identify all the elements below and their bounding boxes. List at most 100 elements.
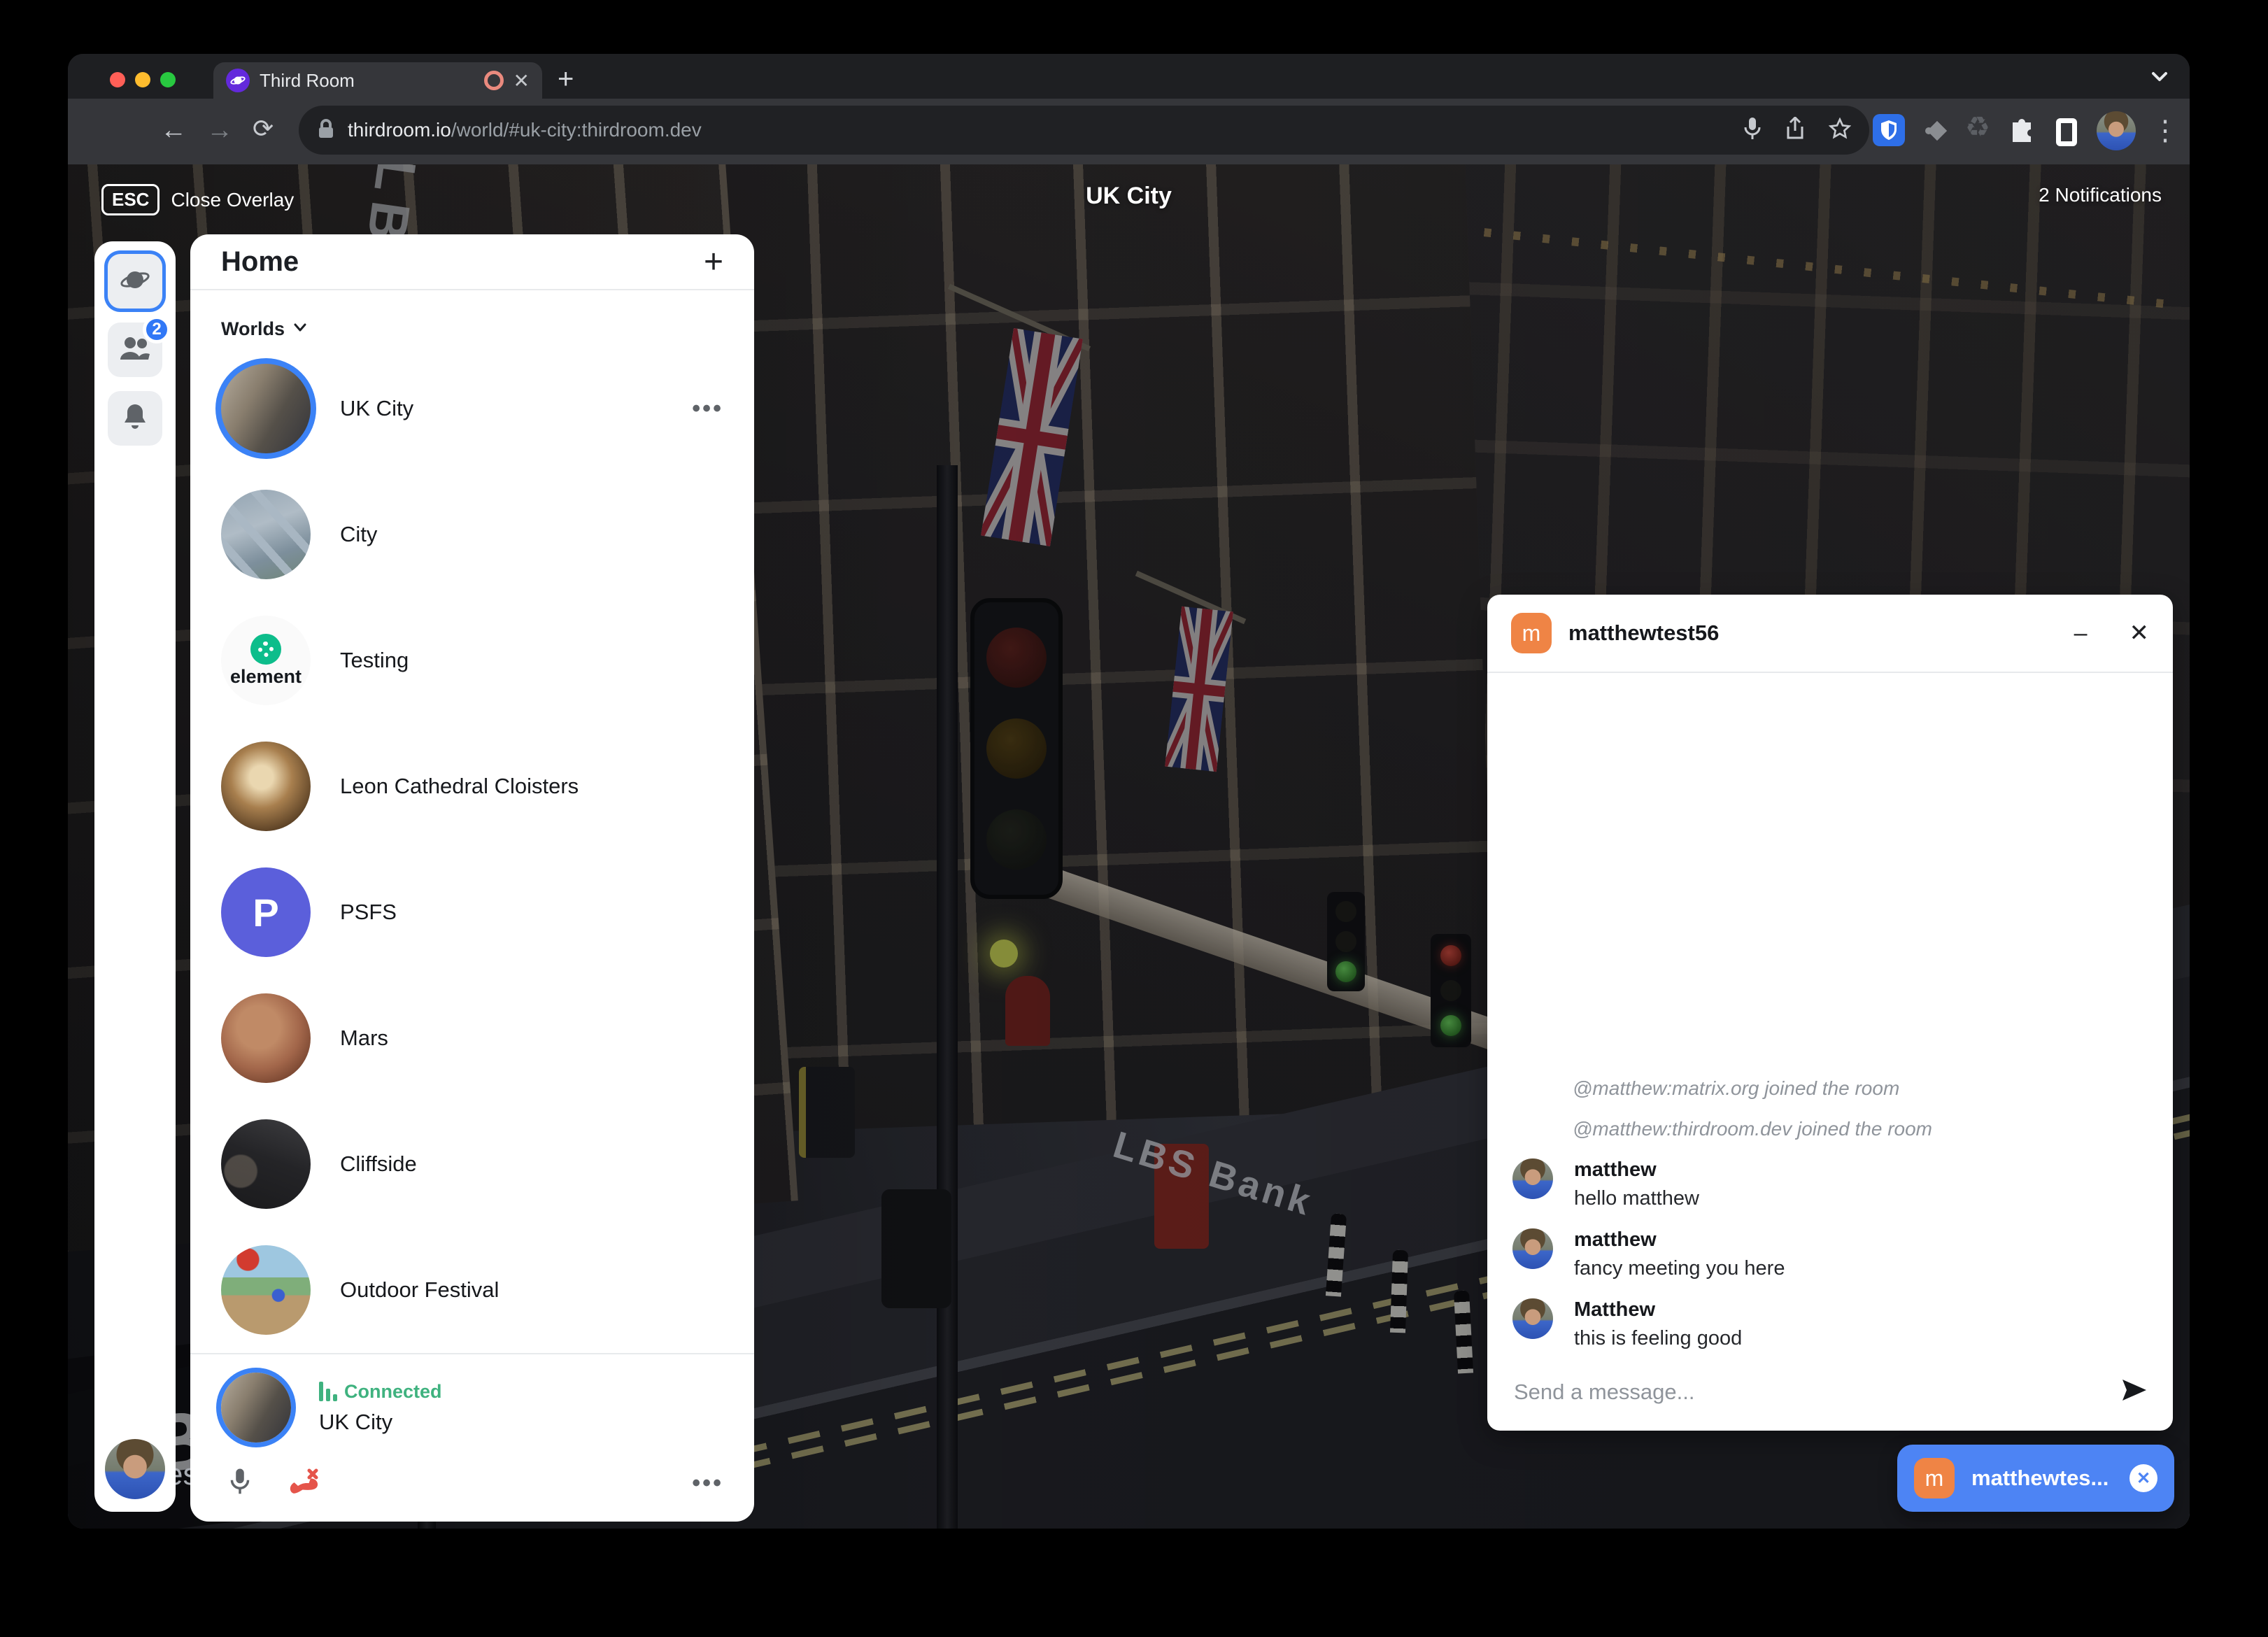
macos-minimize-button[interactable] xyxy=(135,72,150,87)
traffic-light-small-red xyxy=(1431,934,1471,1047)
side-panel-icon[interactable] xyxy=(2056,118,2077,146)
sidebar-item-notifications[interactable] xyxy=(108,391,162,446)
world-name: Mars xyxy=(340,1026,723,1051)
message-text: this is feeling good xyxy=(1574,1327,1742,1350)
world-avatar xyxy=(221,490,311,579)
chat-room-title: matthewtest56 xyxy=(1568,621,2032,646)
url-text: thirdroom.io/world/#uk-city:thirdroom.de… xyxy=(348,119,702,141)
bitwarden-extension-icon[interactable] xyxy=(1873,114,1905,146)
user-avatar[interactable] xyxy=(105,1439,165,1499)
microphone-permission-icon[interactable] xyxy=(1743,116,1762,145)
chat-message-input[interactable] xyxy=(1512,1379,2107,1405)
pill-close-icon[interactable]: ✕ xyxy=(2129,1464,2157,1492)
bell-icon xyxy=(122,402,148,435)
chat-message: Matthew this is feeling good xyxy=(1512,1298,2148,1350)
worlds-section-toggle[interactable]: Worlds xyxy=(190,290,754,346)
extension-recycle-icon[interactable]: ♻ xyxy=(1965,111,1990,143)
world-item-psfs[interactable]: P PSFS xyxy=(190,849,754,975)
leave-call-icon[interactable] xyxy=(287,1466,320,1501)
sidebar-item-friends[interactable]: 2 xyxy=(108,323,162,377)
world-name: Outdoor Festival xyxy=(340,1277,723,1303)
world-item-uk-city[interactable]: UK City ••• xyxy=(190,346,754,472)
scene-cornice-lights xyxy=(1454,225,2165,309)
connected-label: Connected xyxy=(344,1381,442,1403)
current-world-title: UK City xyxy=(68,183,2190,210)
room-join-event: @matthew:thirdroom.dev joined the room xyxy=(1573,1118,2148,1140)
chat-close-button[interactable]: ✕ xyxy=(2129,619,2150,647)
url-path: /world/#uk-city:thirdroom.dev xyxy=(451,119,702,141)
chat-input-row xyxy=(1487,1364,2173,1431)
lbs-bank-fascia-sign: LBS Bank xyxy=(1108,1123,1318,1225)
world-avatar xyxy=(221,1245,311,1335)
call-options-menu[interactable]: ••• xyxy=(692,1470,723,1497)
browser-menu-icon[interactable]: ⋮ xyxy=(2151,113,2179,149)
home-panel-header: Home + xyxy=(190,234,754,290)
room-join-event: @matthew:matrix.org joined the room xyxy=(1573,1077,2148,1100)
message-text: fancy meeting you here xyxy=(1574,1257,1785,1280)
app-sidebar: 2 xyxy=(94,241,176,1512)
element-logo-icon xyxy=(250,634,281,665)
world-item-city[interactable]: City xyxy=(190,472,754,597)
sender-avatar xyxy=(1512,1298,1553,1339)
active-chat-pill[interactable]: m matthewtes... ✕ xyxy=(1897,1445,2174,1512)
macos-close-button[interactable] xyxy=(110,72,125,87)
lock-icon xyxy=(317,118,335,143)
world-item-testing[interactable]: element Testing xyxy=(190,597,754,723)
active-world-avatar xyxy=(221,1373,291,1443)
union-jack-flag xyxy=(981,328,1083,546)
scene-bollard xyxy=(1326,1213,1347,1296)
sender-avatar xyxy=(1512,1158,1553,1199)
create-world-button[interactable]: + xyxy=(704,243,723,281)
scene-bollard xyxy=(1454,1291,1473,1374)
tab-search-chevron-icon[interactable] xyxy=(2149,68,2170,88)
world-avatar xyxy=(221,993,311,1083)
world-item-outdoor-festival[interactable]: Outdoor Festival xyxy=(190,1227,754,1353)
microphone-icon[interactable] xyxy=(229,1467,250,1500)
tab-media-indicator-icon xyxy=(484,71,504,90)
world-name: Leon Cathedral Cloisters xyxy=(340,774,723,799)
world-options-menu[interactable]: ••• xyxy=(692,395,723,423)
world-item-leon-cathedral[interactable]: Leon Cathedral Cloisters xyxy=(190,723,754,849)
new-tab-button[interactable]: + xyxy=(558,64,574,94)
bookmark-star-icon[interactable] xyxy=(1829,118,1851,143)
chat-message-list: @matthew:matrix.org joined the room @mat… xyxy=(1487,673,2173,1364)
browser-tab[interactable]: Third Room ✕ xyxy=(213,62,542,99)
address-bar[interactable]: thirdroom.io/world/#uk-city:thirdroom.de… xyxy=(299,106,1869,155)
chat-room-avatar: m xyxy=(1511,613,1552,653)
active-world-name: UK City xyxy=(319,1410,442,1435)
world-name: UK City xyxy=(340,396,662,421)
macos-maximize-button[interactable] xyxy=(160,72,176,87)
send-icon[interactable] xyxy=(2121,1378,2148,1405)
scene-red-phone-box xyxy=(1154,1144,1209,1249)
scene-parking-meter xyxy=(799,1067,855,1158)
tab-close-icon[interactable]: ✕ xyxy=(513,69,530,92)
chat-minimize-button[interactable]: – xyxy=(2074,620,2088,647)
scene-litter-bin xyxy=(881,1189,951,1308)
extensions-puzzle-icon[interactable] xyxy=(2007,115,2036,148)
active-world-footer: Connected UK City ••• xyxy=(190,1353,754,1522)
world-avatar: element xyxy=(221,616,311,705)
world-item-cliffside[interactable]: Cliffside xyxy=(190,1101,754,1227)
extension-diamond-icon[interactable] xyxy=(1922,115,1952,150)
chat-message: matthew hello matthew xyxy=(1512,1158,2148,1210)
pill-room-label: matthewtes... xyxy=(1971,1466,2113,1491)
back-button[interactable]: ← xyxy=(160,117,187,143)
reload-button[interactable]: ⟳ xyxy=(253,115,274,142)
chevron-down-icon xyxy=(293,323,307,336)
world-name: City xyxy=(340,522,723,547)
sender-name: matthew xyxy=(1574,1158,1699,1182)
world-item-mars[interactable]: Mars xyxy=(190,975,754,1101)
world-avatar xyxy=(221,742,311,831)
thirdroom-favicon-icon xyxy=(226,69,250,92)
forward-button[interactable]: → xyxy=(206,117,233,143)
sidebar-item-worlds[interactable] xyxy=(108,254,162,309)
message-text: hello matthew xyxy=(1574,1187,1699,1210)
share-icon[interactable] xyxy=(1785,117,1805,144)
home-panel: Home + Worlds UK City ••• City xyxy=(190,234,754,1522)
notifications-status[interactable]: 2 Notifications xyxy=(2039,184,2162,206)
browser-profile-avatar[interactable] xyxy=(2097,111,2136,150)
traffic-light-small-green xyxy=(1327,892,1365,991)
sender-name: matthew xyxy=(1574,1228,1785,1252)
thirdroom-viewport: LBS Bank LBS Bank LBS es ESC Close Overl… xyxy=(68,164,2190,1529)
chat-header: m matthewtest56 – ✕ xyxy=(1487,595,2173,673)
